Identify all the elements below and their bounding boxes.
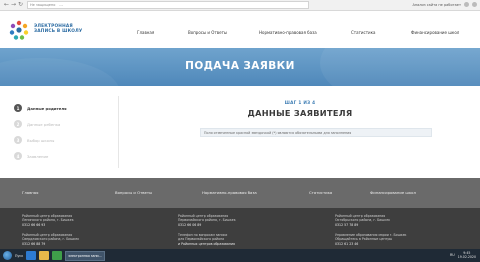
language-indicator[interactable]: RU — [450, 253, 455, 257]
contact-phone: 0312 57 78 89 — [335, 222, 359, 227]
step-item-parent-data[interactable]: 1 Данные родителя — [14, 100, 114, 116]
footer-nav-school-funding[interactable]: Финансирование школ — [370, 190, 416, 195]
logo-text[interactable]: ЭЛЕКТРОННАЯ ЗАПИСЬ В ШКОЛУ — [34, 24, 82, 34]
step-number: 3 — [14, 136, 22, 144]
security-label: Не защищено — [30, 3, 56, 7]
browser-toolbar: ← → ↻ Не защищено ... Анализ сайта не ра… — [0, 0, 480, 11]
contact-phone: и Районных центров образования — [178, 241, 235, 246]
step-label: Заявление — [27, 153, 49, 159]
nav-home[interactable]: Главная — [137, 30, 154, 35]
contact-block: Управление образования мэрии г. Бишкек О… — [335, 233, 445, 246]
divider — [118, 96, 119, 168]
required-fields-notice: Поля отмеченные красной звездочкой (*) я… — [200, 128, 432, 137]
step-item-application[interactable]: 4 Заявление — [14, 148, 114, 164]
contact-district: Октябрьского района, г. Бишкек — [335, 218, 391, 223]
nav-faq[interactable]: Вопросы и Ответы — [188, 30, 227, 35]
media-icon[interactable] — [52, 251, 63, 260]
start-label[interactable]: Пуск — [15, 254, 23, 258]
step-number: 2 — [14, 120, 22, 128]
contact-block: Телефон по вопросам записи для Первомайс… — [178, 233, 288, 246]
site-header: ЭЛЕКТРОННАЯ ЗАПИСЬ В ШКОЛУ Главная Вопро… — [0, 11, 480, 48]
page-banner: ПОДАЧА ЗАЯВКИ — [0, 48, 480, 86]
menu-icon[interactable] — [472, 2, 477, 7]
extension-label[interactable]: Анализ сайта не работает — [412, 3, 461, 7]
folder-icon[interactable] — [39, 251, 50, 260]
contact-org: Районный центр образования — [22, 233, 73, 237]
contact-block: Районный центр образования Ленинского ра… — [22, 214, 132, 227]
contact-district: Свердловского района, г. Бишкек — [22, 237, 80, 242]
step-label: Данные родителя — [27, 105, 67, 111]
address-bar[interactable]: Не защищено ... — [27, 1, 309, 9]
section-title: ДАННЫЕ ЗАЯВИТЕЛЯ — [247, 108, 353, 118]
contact-phone: 0312 66 88 79 — [22, 241, 46, 246]
clock[interactable]: 9:45 19.02.2020 — [458, 251, 476, 259]
step-label: Выбор школы — [27, 137, 55, 143]
footer-contacts: Районный центр образования Ленинского ра… — [0, 208, 480, 249]
footer-nav-faq[interactable]: Вопросы и Ответы — [115, 190, 152, 195]
forward-icon[interactable]: → — [10, 1, 17, 9]
contact-district: Ленинского района, г. Бишкек — [22, 218, 74, 223]
contact-district: Обращайтесь в Районные центры — [335, 237, 392, 242]
logo-icon[interactable] — [7, 18, 31, 42]
nav-legal-base[interactable]: Нормативно-правовая база — [259, 30, 317, 35]
back-icon[interactable]: ← — [3, 1, 10, 9]
page-title: ПОДАЧА ЗАЯВКИ — [185, 60, 295, 72]
contact-org: Районный центр образования — [335, 214, 386, 218]
step-number: 4 — [14, 152, 22, 160]
contact-phone: 0312 66 06 89 — [178, 222, 202, 227]
start-icon[interactable] — [3, 251, 12, 260]
os-taskbar: Пуск электронная запи... RU 9:45 19.02.2… — [0, 249, 480, 262]
contact-block: Районный центр образования Октябрьского … — [335, 214, 445, 227]
taskbar-browser-window[interactable]: электронная запи... — [65, 250, 106, 261]
system-tray: RU 9:45 19.02.2020 — [450, 251, 476, 259]
contact-org: Управление образования мэрии г. Бишкек — [335, 233, 407, 237]
contact-district: для Первомайского района — [178, 237, 225, 242]
contact-phone: 0312 61 23 46 — [335, 241, 359, 246]
contact-district: Первомайского района, г. Бишкек — [178, 218, 236, 223]
step-counter: ШАГ 1 ИЗ 4 — [284, 100, 316, 105]
footer-nav: Главная Вопросы и Ответы Нормативно-прав… — [0, 178, 480, 208]
footer-nav-legal-base[interactable]: Нормативно-правовая база — [202, 190, 257, 195]
contact-org: Районный центр образования — [22, 214, 73, 218]
contact-block: Районный центр образования Свердловского… — [22, 233, 132, 246]
contact-phone: 0312 66 66 93 — [22, 222, 46, 227]
profile-icon[interactable] — [464, 2, 469, 7]
contact-org: Телефон по вопросам записи — [178, 233, 228, 237]
step-label: Данные ребенка — [27, 121, 61, 127]
contact-block: Районный центр образования Первомайского… — [178, 214, 288, 227]
contact-org: Районный центр образования — [178, 214, 229, 218]
url-text: ... — [59, 3, 63, 7]
refresh-icon[interactable]: ↻ — [17, 1, 24, 9]
browser-extensions: Анализ сайта не работает — [412, 2, 477, 7]
nav-school-funding[interactable]: Финансирование школ — [411, 30, 459, 35]
ie-icon[interactable] — [26, 251, 37, 260]
clock-date: 19.02.2020 — [457, 255, 476, 259]
nav-statistics[interactable]: Статистика — [351, 30, 376, 35]
step-item-school-choice[interactable]: 3 Выбор школы — [14, 132, 114, 148]
logo-line-2: ЗАПИСЬ В ШКОЛУ — [34, 29, 83, 34]
footer-nav-statistics[interactable]: Статистика — [309, 190, 332, 195]
steps-list: 1 Данные родителя 2 Данные ребенка 3 Выб… — [14, 100, 114, 164]
step-item-child-data[interactable]: 2 Данные ребенка — [14, 116, 114, 132]
step-number: 1 — [14, 104, 22, 112]
footer-nav-home[interactable]: Главная — [22, 190, 38, 195]
